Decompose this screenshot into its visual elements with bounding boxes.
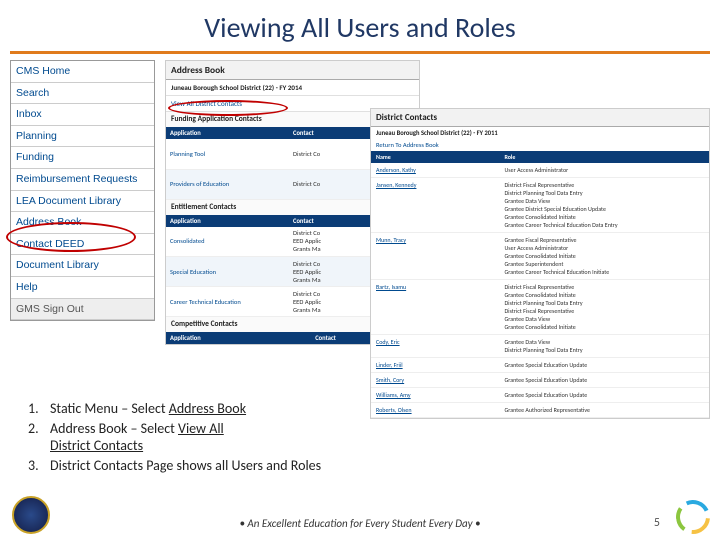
instr-text: Static Menu – Select Address Book [50,400,246,418]
dc-name[interactable]: Anderson, Kathy [371,163,499,178]
district-contacts-panel: District Contacts Juneau Borough School … [370,108,710,419]
dc-role: Grantee Fiscal Representative User Acces… [499,233,709,280]
nav-search[interactable]: Search [11,83,154,105]
content-area: CMS Home Search Inbox Planning Funding R… [0,58,720,448]
dc-role: District Fiscal Representative Grantee C… [499,280,709,335]
dc-district: Juneau Borough School District (22) - FY… [371,127,709,139]
instr-text: Address Book – Select View All District C… [50,420,224,455]
instr-underline: District Contacts [50,437,143,454]
ab-th-app: Application [166,215,289,227]
instruction-3: 3. District Contacts Page shows all User… [28,457,428,475]
instr-span: Static Menu – Select [50,400,169,417]
dc-role: Grantee Special Education Update [499,388,709,403]
nav-cms-home[interactable]: CMS Home [11,61,154,83]
instr-span: Address Book – Select [50,420,178,437]
ab-cell[interactable]: Career Technical Education [166,287,289,317]
instruction-list: 1. Static Menu – Select Address Book 2. … [28,400,428,476]
dc-role: Grantee Special Education Update [499,358,709,373]
dc-role: Grantee Data View District Planning Tool… [499,335,709,358]
nav-sign-out[interactable]: GMS Sign Out [11,299,154,321]
address-book-district: Juneau Borough School District (22) - FY… [166,80,419,96]
footer-tagline: • An Excellent Education for Every Stude… [0,517,720,530]
instr-num: 1. [28,400,50,418]
title-rule [10,51,710,54]
nav-funding[interactable]: Funding [11,147,154,169]
nav-contact-deed[interactable]: Contact DEED [11,234,154,256]
instr-text: District Contacts Page shows all Users a… [50,457,321,475]
tri-arc-logo-icon [676,500,710,534]
dc-header: District Contacts [371,109,709,127]
sidebar-nav: CMS Home Search Inbox Planning Funding R… [10,60,155,321]
ab-cell[interactable]: Providers of Education [166,169,289,199]
page-number: 5 [654,516,660,530]
dc-role: User Access Administrator [499,163,709,178]
instruction-2: 2. Address Book – Select View All Distric… [28,420,428,455]
dc-th-name: Name [371,151,499,163]
page-title: Viewing All Users and Roles [0,0,720,51]
dc-role: Grantee Special Education Update [499,373,709,388]
ab-th-app: Application [166,127,289,139]
dc-name[interactable]: Cody, Eric [371,335,499,358]
instr-underline: View All [178,420,224,437]
slide: Viewing All Users and Roles CMS Home Sea… [0,0,720,540]
dc-name[interactable]: Jansen, Kennedy [371,178,499,233]
address-book-header: Address Book [166,61,419,80]
nav-help[interactable]: Help [11,277,154,299]
ab-cell[interactable]: Special Education [166,257,289,287]
dc-return-link[interactable]: Return To Address Book [371,139,709,151]
instruction-1: 1. Static Menu – Select Address Book [28,400,428,418]
dc-table: NameRole Anderson, KathyUser Access Admi… [371,151,709,418]
ab-cell[interactable]: Consolidated [166,227,289,257]
dc-role: District Fiscal Representative District … [499,178,709,233]
ab-cell[interactable]: Planning Tool [166,139,289,169]
nav-doc-library[interactable]: Document Library [11,255,154,277]
dc-th-role: Role [499,151,709,163]
instr-num: 2. [28,420,50,455]
dc-name[interactable]: Linder, Friil [371,358,499,373]
dc-name[interactable]: Munn, Tracy [371,233,499,280]
ab-th-app: Application [166,332,311,344]
dc-name[interactable]: Bartz, Isamu [371,280,499,335]
nav-address-book[interactable]: Address Book [11,212,154,234]
nav-planning[interactable]: Planning [11,126,154,148]
nav-lea-doc-library[interactable]: LEA Document Library [11,191,154,213]
nav-reimbursement[interactable]: Reimbursement Requests [11,169,154,191]
dc-name[interactable]: Smith, Cory [371,373,499,388]
nav-inbox[interactable]: Inbox [11,104,154,126]
dc-role: Grantee Authorized Representative [499,403,709,418]
instr-underline: Address Book [169,400,246,417]
instr-num: 3. [28,457,50,475]
